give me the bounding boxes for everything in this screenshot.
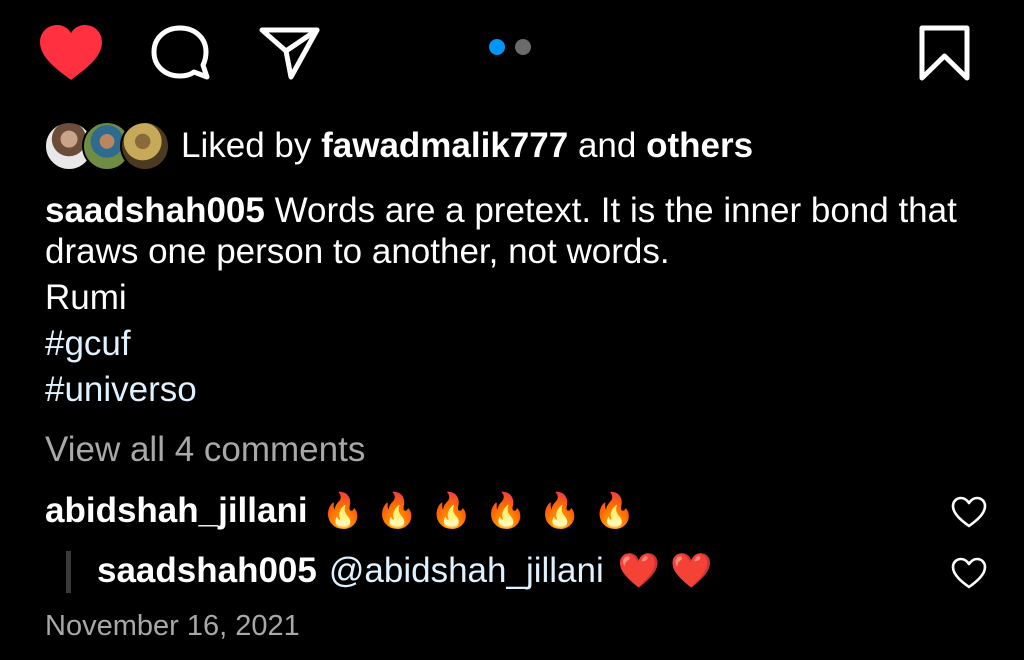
comment-text: 🔥🔥🔥🔥🔥🔥: [321, 492, 648, 530]
comment-username[interactable]: abidshah_jillani: [45, 489, 308, 533]
heart-outline-icon: [951, 557, 987, 589]
reply-mention[interactable]: @abidshah_jillani: [329, 549, 604, 593]
reply-username[interactable]: saadshah005: [97, 549, 317, 593]
post-caption: saadshah005 Words are a pretext. It is t…: [45, 190, 995, 272]
reply-thread-line: [66, 551, 71, 593]
comment-button[interactable]: [150, 24, 212, 82]
bookmark-icon: [919, 25, 970, 81]
likes-connector: and: [577, 126, 637, 165]
likes-summary[interactable]: Liked by fawadmalik777 and others: [181, 124, 753, 168]
hashtag-link[interactable]: #universo: [45, 368, 197, 412]
reply-text: ❤️❤️: [617, 552, 723, 590]
carousel-dot-active: [489, 39, 505, 55]
liked-by-others[interactable]: others: [646, 126, 753, 165]
comment-item: abidshah_jillani 🔥🔥🔥🔥🔥🔥: [45, 489, 648, 533]
like-button[interactable]: [38, 24, 104, 82]
reply-like-button[interactable]: [951, 557, 987, 589]
paper-plane-icon: [259, 27, 320, 80]
heart-outline-icon: [951, 496, 987, 528]
likes-prefix: Liked by: [181, 126, 312, 165]
reply-item: saadshah005 @abidshah_jillani ❤️❤️: [97, 549, 722, 593]
caption-author: Rumi: [45, 278, 127, 317]
caption-username[interactable]: saadshah005: [45, 191, 265, 230]
hashtag-link[interactable]: #gcuf: [45, 322, 131, 366]
carousel-dot: [515, 39, 531, 55]
liked-by-avatars[interactable]: [44, 121, 170, 171]
save-button[interactable]: [918, 24, 972, 82]
heart-filled-icon: [40, 25, 102, 80]
speech-bubble-icon: [151, 25, 210, 80]
comment-like-button[interactable]: [951, 496, 987, 528]
share-button[interactable]: [258, 24, 322, 82]
avatar: [120, 121, 170, 171]
carousel-indicator: [489, 39, 531, 55]
view-all-comments-link[interactable]: View all 4 comments: [45, 428, 365, 472]
liked-by-username[interactable]: fawadmalik777: [321, 126, 568, 165]
post-date: November 16, 2021: [45, 610, 300, 642]
